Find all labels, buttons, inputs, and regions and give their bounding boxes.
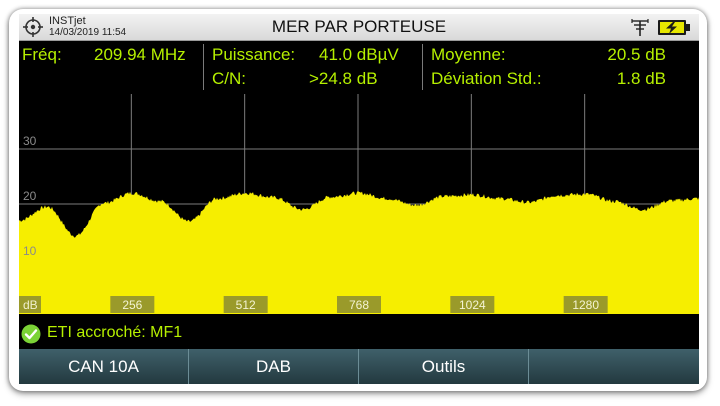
softkey-outils[interactable]: Outils: [359, 349, 529, 384]
x-tick-label: 512: [236, 298, 256, 312]
y-tick-label: 20: [23, 189, 37, 203]
lock-status: ETI accroché: MF1: [47, 324, 183, 341]
page-title: MER PAR PORTEUSE: [271, 17, 447, 36]
analyzer-screen: INSTjet 14/03/2019 11:54 MER PAR PORTEUS…: [19, 14, 699, 384]
mer-chart: 10 20 30 dB 256 512 768 1024 1280: [19, 94, 699, 314]
x-tick-label: 768: [349, 298, 369, 312]
mean-value: 20.5 dB: [607, 45, 666, 64]
measurement-panel: Fréq: 209.94 MHz Puissance: 41.0 dBµV C/…: [19, 41, 699, 95]
battery-charging-icon: [658, 20, 690, 35]
y-unit-label: dB: [23, 298, 38, 312]
cn-label: C/N:: [212, 69, 246, 88]
divider: [203, 44, 204, 90]
x-tick-label: 1280: [572, 298, 599, 312]
x-tick-label: 1024: [459, 298, 486, 312]
x-tick-label: 256: [122, 298, 142, 312]
freq-value: 209.94 MHz: [94, 45, 186, 64]
softkey-can[interactable]: CAN 10A: [19, 349, 189, 384]
title-bar: INSTjet 14/03/2019 11:54 MER PAR PORTEUS…: [19, 14, 699, 41]
mean-label: Moyenne:: [431, 45, 506, 64]
power-value: 41.0 dBµV: [319, 45, 399, 64]
series-area: [19, 191, 699, 314]
std-dev-value: 1.8 dB: [616, 69, 666, 88]
cn-value: >24.8 dB: [309, 69, 378, 88]
status-bar: ETI accroché: MF1: [19, 316, 699, 349]
freq-label: Fréq:: [22, 45, 62, 64]
power-label: Puissance:: [212, 45, 296, 64]
y-tick-label: 30: [23, 134, 37, 148]
divider: [422, 44, 423, 90]
y-tick-label: 10: [23, 244, 37, 258]
check-icon: [21, 324, 41, 344]
softkey-empty[interactable]: [529, 349, 699, 384]
softkey-dab[interactable]: DAB: [189, 349, 359, 384]
softkey-bar: CAN 10A DAB Outils: [19, 349, 699, 384]
std-dev-label: Déviation Std.:: [431, 69, 542, 88]
antenna-icon: [631, 19, 649, 36]
chart-series: [19, 191, 699, 314]
